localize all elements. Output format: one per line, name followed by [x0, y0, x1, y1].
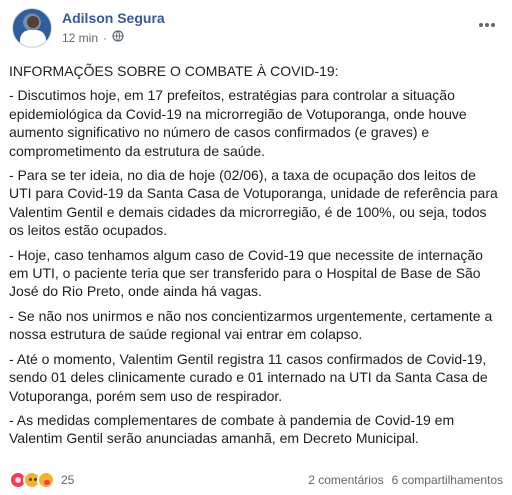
- author-name[interactable]: Adilson Segura: [62, 10, 165, 26]
- post-paragraph: - Até o momento, Valentim Gentil registr…: [9, 350, 488, 404]
- post-text: INFORMAÇÕES SOBRE O COMBATE À COVID-19: …: [9, 62, 500, 454]
- post-paragraph: - Se não nos unirmos e não nos concienti…: [9, 307, 493, 343]
- post-footer: 25 2 comentários 6 compartilhamentos: [9, 469, 503, 491]
- post-meta: 12 min ·: [62, 30, 124, 45]
- engagement-stats: 2 comentários 6 compartilhamentos: [308, 473, 503, 487]
- care-reaction-icon: [37, 471, 55, 489]
- avatar[interactable]: [12, 8, 52, 48]
- post-header: Adilson Segura 12 min ·: [12, 8, 500, 50]
- meta-separator: ·: [103, 30, 108, 45]
- more-options-icon: [479, 23, 495, 27]
- post-heading: INFORMAÇÕES SOBRE O COMBATE À COVID-19:: [9, 63, 339, 79]
- post-paragraph: - As medidas complementares de combate à…: [9, 411, 455, 447]
- post-paragraph: - Para se ter ideia, no dia de hoje (02/…: [9, 167, 498, 239]
- reaction-count: 25: [61, 473, 75, 487]
- post-paragraph: - Discutimos hoje, em 17 prefeitos, estr…: [9, 87, 467, 159]
- comments-link[interactable]: 2 comentários: [308, 473, 383, 487]
- shares-link[interactable]: 6 compartilhamentos: [392, 473, 503, 487]
- globe-icon: [112, 30, 124, 45]
- reactions-summary[interactable]: 25: [9, 471, 74, 489]
- post-time[interactable]: 12 min: [62, 31, 98, 45]
- more-options-button[interactable]: [474, 14, 500, 36]
- post-paragraph: - Hoje, caso tenhamos algum caso de Covi…: [9, 246, 483, 300]
- facebook-post: Adilson Segura 12 min · INFORMAÇÕES SOBR…: [0, 0, 512, 495]
